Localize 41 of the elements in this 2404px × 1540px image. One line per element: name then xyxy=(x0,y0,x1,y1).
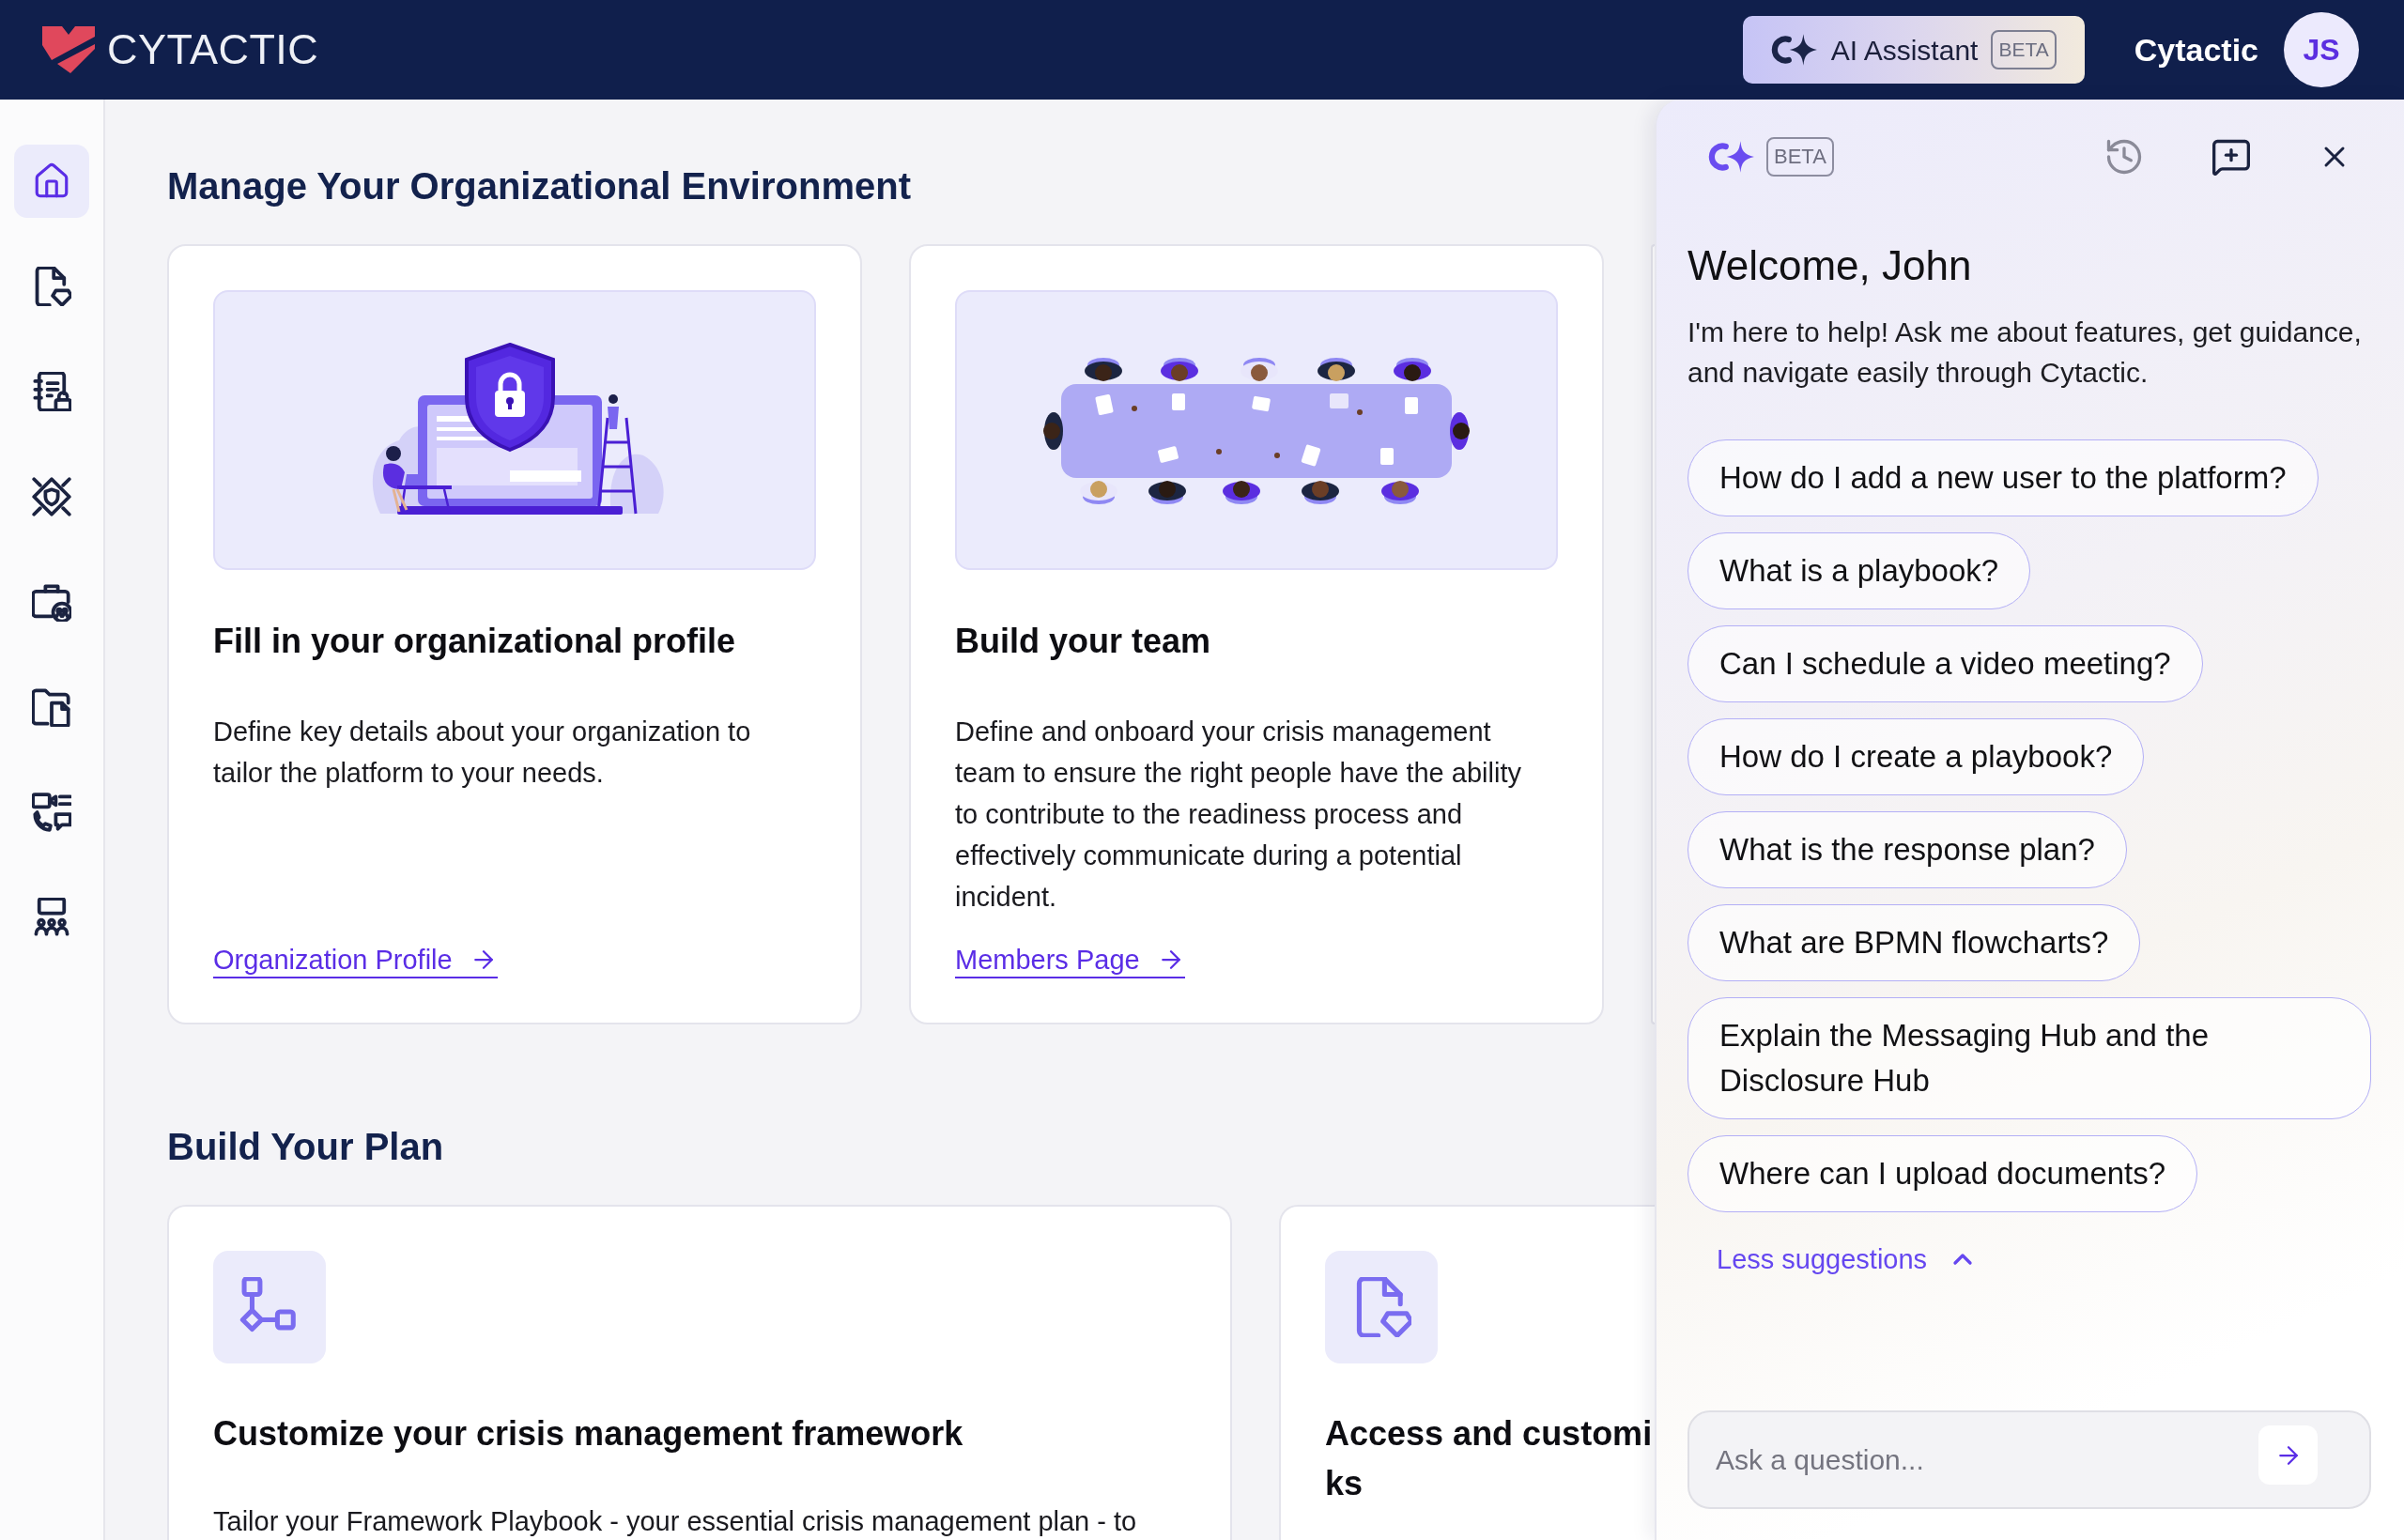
suggestion-chip[interactable]: What are BPMN flowcharts? xyxy=(1687,904,2141,981)
ai-assistant-button[interactable]: AI Assistant BETA xyxy=(1742,16,2085,84)
suggestion-chip[interactable]: Can I schedule a video meeting? xyxy=(1687,625,2203,702)
card-title: Build your team xyxy=(955,621,1212,662)
suggestion-chip[interactable]: How do I add a new user to the platform? xyxy=(1687,439,2319,516)
beta-badge: BETA xyxy=(1766,137,1834,177)
section-heading: Manage Your Organizational Environment xyxy=(167,164,912,208)
suggestions-toggle[interactable]: Less suggestions xyxy=(1717,1240,1979,1278)
nav-button[interactable] xyxy=(14,145,89,218)
user-avatar[interactable]: JS xyxy=(2284,12,2359,87)
send-button[interactable] xyxy=(2258,1425,2318,1485)
intro-text: I'm here to help! Ask me about features, get guidance, and navigate easily through Cytactic. xyxy=(1687,316,2363,390)
card-title: Customize your crisis management framework xyxy=(213,1413,964,1455)
card-link[interactable]: Organization Profile xyxy=(213,943,498,978)
folder-file-icon xyxy=(32,687,71,727)
logo-mark-icon xyxy=(42,26,95,73)
question-input[interactable]: Ask a question... xyxy=(1687,1410,2371,1509)
video-phone-chat-icon xyxy=(32,793,71,832)
card-title: Fill in your organizational profile xyxy=(213,621,737,662)
ai-sparkle-icon xyxy=(1708,140,1755,174)
card-description: Tailor your Framework Playbook - your essential crisis management plan - to xyxy=(213,1505,1138,1537)
beta-badge: BETA xyxy=(1991,30,2057,69)
card-description: Define key details about your organization to tailor the platform to your needs. xyxy=(213,716,752,790)
card-description: Define and onboard your crisis management team to ensure the right people have the ability to contribute to the readiness process and effectively communicate during a potential incident. xyxy=(955,716,1522,914)
suggestion-chip[interactable]: Explain the Messaging Hub and the Disclosure Hub xyxy=(1687,997,2371,1119)
logo-wordmark: CYTACTIC xyxy=(107,25,319,74)
flowchart-icon xyxy=(213,1251,326,1363)
welcome-title: Welcome, John xyxy=(1687,241,1973,290)
suggestion-chip[interactable]: How do I create a playbook? xyxy=(1687,718,2145,795)
shield-diamond-icon xyxy=(32,477,71,516)
org-name: Cytactic xyxy=(2134,30,2258,69)
card-link[interactable]: Members Page xyxy=(955,943,1185,978)
section-heading: Build Your Plan xyxy=(167,1125,445,1169)
card-title: Access and customi ks xyxy=(1325,1413,1654,1504)
briefcase-people-icon xyxy=(32,582,71,622)
notebook-lock-icon xyxy=(32,372,71,411)
suggestion-chip[interactable]: What is a playbook? xyxy=(1687,532,2031,609)
suggestion-chip[interactable]: What is the response plan? xyxy=(1687,811,2127,888)
ai-sparkle-icon xyxy=(1770,33,1818,67)
audience-screen-icon xyxy=(32,898,71,937)
suggestion-chip[interactable]: Where can I upload documents? xyxy=(1687,1135,2198,1212)
